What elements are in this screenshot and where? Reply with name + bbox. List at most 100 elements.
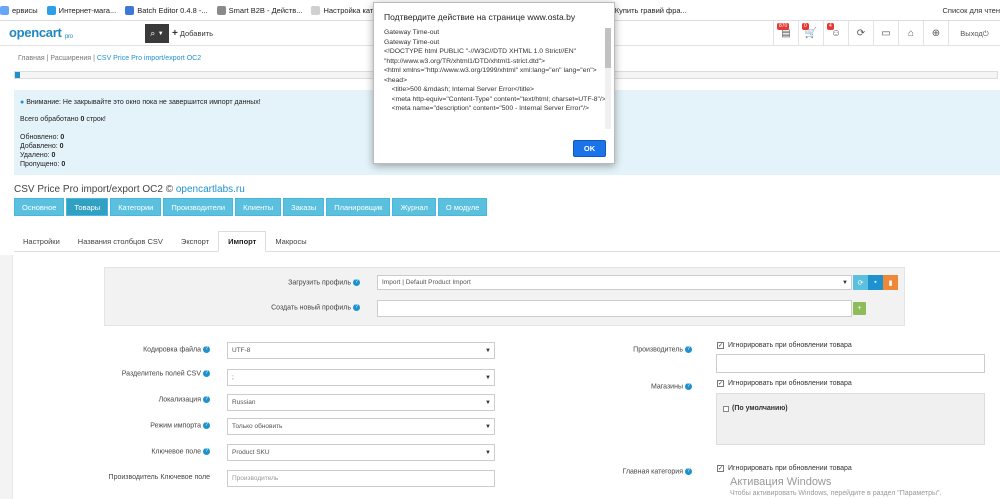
chevron-down-icon: ▼ (485, 374, 491, 381)
tab[interactable]: Импорт (218, 231, 267, 252)
delimiter-select[interactable]: ; ▼ (227, 369, 495, 386)
manufacturer-ignore-checkbox[interactable]: ✓ Игнорировать при обновлении товара (717, 342, 852, 349)
import-mode-select[interactable]: Только обновить ▼ (227, 418, 495, 435)
confirm-dialog: Подтвердите действие на странице www.ost… (373, 2, 615, 164)
reading-list[interactable]: Список для чтен (938, 0, 1000, 20)
notification-badge: 0 (802, 23, 809, 30)
search-button[interactable]: ⌕ ▼ (145, 24, 169, 43)
monitor-icon[interactable]: ▭ (873, 21, 898, 46)
module-nav: Основное Товары Категории Производители Клие… (14, 198, 488, 216)
help-icon[interactable]: ? (203, 346, 210, 353)
nav-button[interactable]: Клиенты (235, 198, 282, 216)
dialog-title: Подтвердите действие на странице www.ost… (384, 12, 576, 22)
nav-button[interactable]: Планировщик (326, 198, 391, 216)
dialog-line: <html xmlns="http://www.w3.org/1999/xhtm… (384, 67, 597, 84)
help-icon[interactable]: ⊕ (923, 21, 948, 46)
help-icon[interactable]: ? (203, 448, 210, 455)
breadcrumb-home[interactable]: Главная (18, 55, 45, 62)
bookmark-item[interactable]: Smart B2B - Действ... (216, 5, 302, 15)
nav-button[interactable]: Журнал (392, 198, 436, 216)
chevron-down-icon: ▼ (485, 449, 491, 456)
load-profile-label: Загрузить профиль? (200, 279, 360, 286)
opencartlabs-link[interactable]: opencartlabs.ru (176, 184, 245, 195)
checkmark-icon: ✓ (717, 342, 724, 349)
breadcrumb-current[interactable]: CSV Price Pro import/export OC2 (97, 55, 201, 62)
progress-fill (15, 72, 20, 78)
windows-activation-watermark: Активация Windows Чтобы активировать Win… (730, 476, 942, 497)
refresh-icon[interactable]: ⟳ (848, 21, 873, 46)
help-icon[interactable]: ? (353, 279, 360, 286)
help-icon[interactable]: ? (203, 370, 210, 377)
bookmark-item[interactable]: ервисы (0, 5, 38, 15)
main-category-ignore-checkbox[interactable]: ✓ Игнорировать при обновлении товара (717, 465, 852, 472)
ok-button[interactable]: OK (573, 140, 606, 157)
nav-button[interactable]: Заказы (283, 198, 325, 216)
dialog-line: Gateway Time-out (384, 29, 440, 36)
bookmark-item[interactable]: Купить гравий фра... (602, 5, 687, 15)
search-icon: ⌕ (150, 28, 156, 38)
tab[interactable]: Макросы (266, 231, 315, 252)
manufacturer-key-input[interactable]: Производитель (227, 470, 495, 487)
add-profile-button[interactable]: + (853, 302, 866, 315)
delete-profile-button[interactable]: ▮ (883, 275, 898, 290)
stores-ignore-checkbox[interactable]: ✓ Игнорировать при обновлении товара (717, 380, 852, 387)
chevron-down-icon: ▼ (485, 347, 491, 354)
breadcrumb-separator: | (46, 55, 49, 62)
tab[interactable]: Настройки (14, 231, 69, 252)
breadcrumb: Главная | Расширения | CSV Price Pro imp… (18, 55, 201, 62)
help-icon[interactable]: ? (685, 383, 692, 390)
tab[interactable]: Названия столбцов CSV (69, 231, 172, 252)
warning-text: Внимание: Не закрывайте это окно пока не… (26, 99, 261, 106)
plus-icon: + (857, 305, 862, 312)
dialog-scrollbar[interactable] (605, 28, 611, 129)
store-default-checkbox[interactable]: (По умолчанию) (723, 405, 788, 412)
tab[interactable]: Экспорт (172, 231, 218, 252)
main-category-label: Главная категория? (492, 468, 692, 475)
orders-icon[interactable]: ▤ 870 (773, 21, 798, 46)
nav-button[interactable]: Категории (110, 198, 162, 216)
favicon-icon (0, 5, 9, 15)
manufacturer-input[interactable] (716, 354, 985, 373)
bookmark-item[interactable]: Batch Editor 0.4.8 -... (125, 5, 208, 15)
info-icon: ● (20, 99, 25, 106)
help-icon[interactable]: ? (203, 396, 210, 403)
favicon-icon (311, 5, 321, 15)
add-button[interactable]: + Добавить (172, 24, 213, 43)
chevron-down-icon: ▼ (842, 279, 848, 286)
help-icon[interactable]: ? (685, 346, 692, 353)
load-profile-select[interactable]: Import | Default Product Import ▼ (377, 275, 852, 290)
new-profile-input[interactable] (377, 300, 852, 317)
encoding-select[interactable]: UTF-8 ▼ (227, 342, 495, 359)
breadcrumb-extensions[interactable]: Расширения (50, 55, 91, 62)
save-profile-button[interactable]: ▪ (868, 275, 883, 290)
cart-icon[interactable]: 🛒 0 (798, 21, 823, 46)
reload-profile-button[interactable]: ⟳ (853, 275, 868, 290)
new-profile-label: Создать новый профиль? (200, 304, 360, 311)
notification-badge: 4 (827, 23, 834, 30)
chevron-down-icon: ▼ (485, 399, 491, 406)
logout-button[interactable]: Выход ⏻ (948, 21, 1000, 46)
nav-button[interactable]: Товары (66, 198, 109, 216)
manufacturer-key-label: Производитель Ключевое поле (108, 474, 210, 481)
nav-button[interactable]: Основное (14, 198, 65, 216)
chevron-down-icon: ▼ (485, 423, 491, 430)
locale-select[interactable]: Russian ▼ (227, 394, 495, 411)
favicon-icon (125, 5, 135, 15)
key-field-label: Ключевое поле? (10, 448, 210, 455)
dialog-line: Gateway Time-out (384, 38, 440, 46)
help-icon[interactable]: ? (353, 304, 360, 311)
nav-button[interactable]: Производители (163, 198, 234, 216)
import-mode-label: Режим импорта? (10, 422, 210, 429)
checkmark-icon: ✓ (717, 380, 724, 387)
help-icon[interactable]: ? (203, 422, 210, 429)
opencart-logo[interactable]: opencart pro (9, 25, 73, 40)
favicon-icon (216, 5, 226, 15)
help-icon[interactable]: ? (685, 468, 692, 475)
module-title: CSV Price Pro import/export OC2 © openca… (14, 184, 245, 195)
bookmark-item[interactable]: Интернет-мага... (46, 5, 116, 15)
reviews-icon[interactable]: ☺ 4 (823, 21, 848, 46)
nav-button[interactable]: О модуле (437, 198, 488, 216)
home-icon[interactable]: ⌂ (898, 21, 923, 46)
trash-icon: ▮ (888, 279, 893, 287)
key-field-select[interactable]: Product SKU ▼ (227, 444, 495, 461)
